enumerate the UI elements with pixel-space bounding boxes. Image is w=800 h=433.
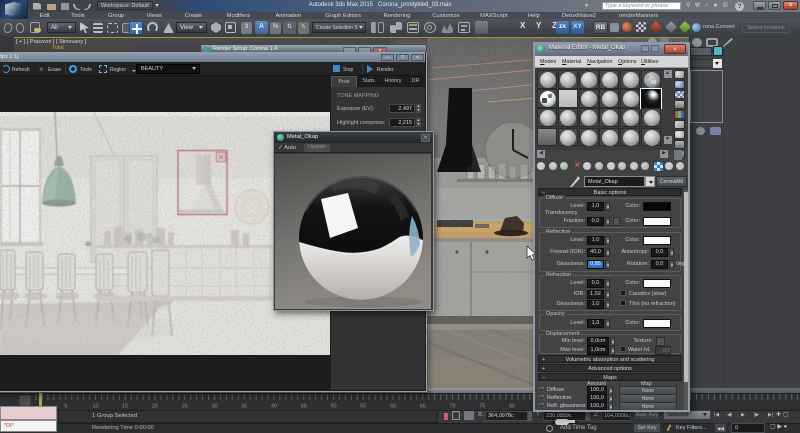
svg-text:70: 70: [449, 403, 455, 409]
svg-text:15: 15: [122, 403, 128, 409]
svg-text:5: 5: [64, 403, 67, 409]
svg-text:80: 80: [509, 403, 515, 409]
svg-text:10: 10: [92, 403, 98, 409]
svg-text:75: 75: [479, 403, 485, 409]
svg-text:25: 25: [182, 403, 188, 409]
svg-text:20: 20: [152, 403, 158, 409]
svg-text:45: 45: [301, 403, 307, 409]
svg-text:50: 50: [330, 403, 336, 409]
svg-text:40: 40: [271, 403, 277, 409]
svg-text:30: 30: [211, 403, 217, 409]
svg-text:65: 65: [420, 403, 426, 409]
svg-text:55: 55: [360, 403, 366, 409]
svg-text:35: 35: [241, 403, 247, 409]
svg-text:60: 60: [390, 403, 396, 409]
